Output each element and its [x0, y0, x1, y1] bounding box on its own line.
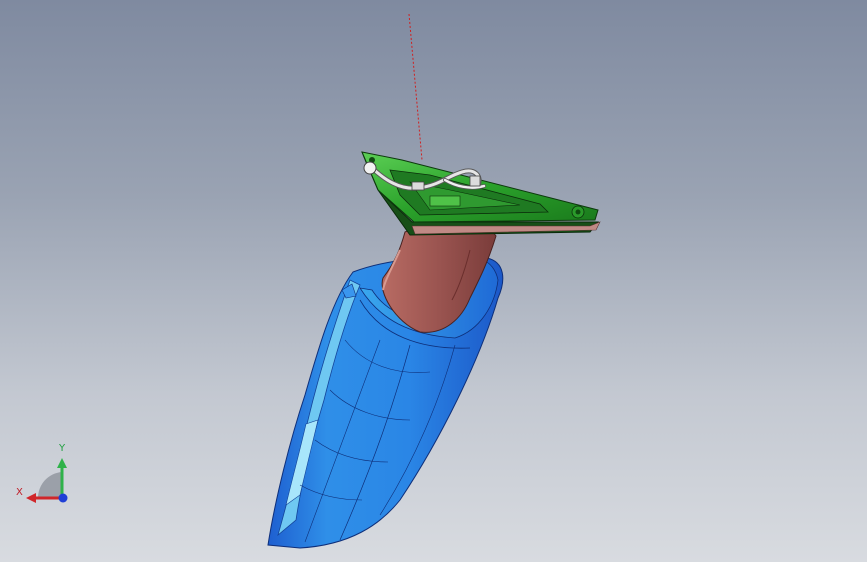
cad-viewport[interactable]: X Y: [0, 0, 867, 562]
mount-plate[interactable]: [361, 151, 601, 236]
axis-x-label: X: [16, 487, 23, 498]
axis-y-label: Y: [59, 443, 66, 454]
model-scene[interactable]: [0, 0, 867, 562]
axis-triad: [26, 458, 68, 503]
construction-axis-line: [408, 13, 423, 161]
